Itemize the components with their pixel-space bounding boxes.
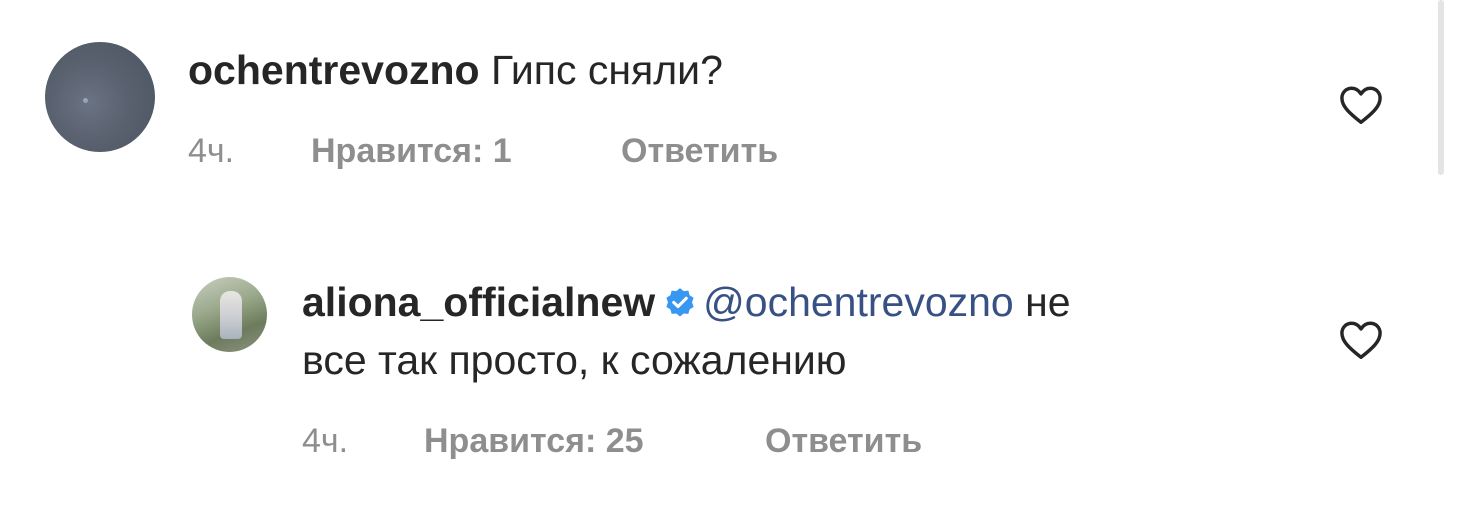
comment-likes-count[interactable]: Нравится: 1 <box>311 131 512 171</box>
comment-username[interactable]: aliona_officialnew <box>302 279 655 325</box>
verified-badge-icon <box>666 288 694 317</box>
comment-username[interactable]: ochentrevozno <box>188 47 480 93</box>
heart-icon[interactable] <box>1339 320 1383 360</box>
comment-meta: 4ч. Нравится: 25 Ответить <box>302 421 1002 461</box>
reply-button[interactable]: Ответить <box>765 421 922 461</box>
comment-text-line: все так просто, к сожалению <box>302 336 847 384</box>
comment-likes-count[interactable]: Нравится: 25 <box>424 421 644 461</box>
heart-icon[interactable] <box>1339 85 1383 125</box>
comment-time: 4ч. <box>188 132 235 170</box>
comment-body: не <box>1025 279 1071 325</box>
avatar-detail <box>220 291 242 339</box>
comment-time: 4ч. <box>302 422 349 460</box>
mention-link[interactable]: @ochentrevozno <box>703 279 1014 325</box>
scrollbar[interactable] <box>1438 0 1444 175</box>
avatar-detail <box>83 98 88 103</box>
avatar[interactable] <box>192 277 267 352</box>
avatar[interactable] <box>45 42 155 152</box>
comment-body-continued: все так просто, к сожалению <box>302 337 847 383</box>
reply-button[interactable]: Ответить <box>621 131 778 171</box>
comment-meta: 4ч. Нравится: 1 Ответить <box>188 131 888 171</box>
comment-text-line: ochentrevozno Гипс сняли? <box>188 46 723 94</box>
comment-text-line: aliona_officialnew @ochentrevozno не <box>302 278 1071 326</box>
comment-body: Гипс сняли? <box>491 47 723 93</box>
